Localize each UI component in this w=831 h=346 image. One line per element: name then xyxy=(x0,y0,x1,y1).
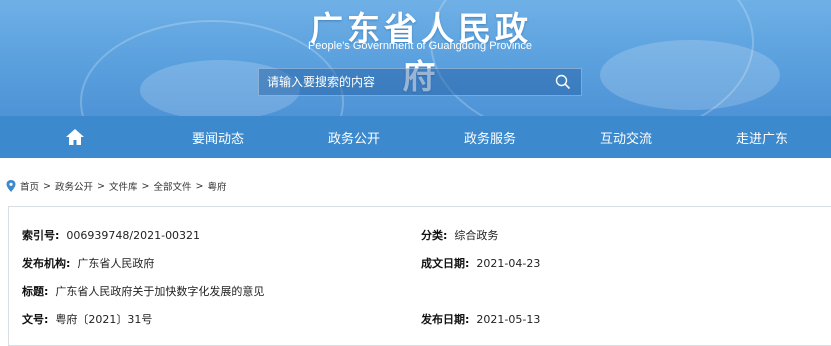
title-value: 广东省人民政府关于加快数字化发展的意见 xyxy=(55,285,265,298)
nav-item-interaction[interactable]: 互动交流 xyxy=(558,116,694,158)
info-doc-number: 文号: 粤府〔2021〕31号 xyxy=(22,311,152,327)
info-category: 分类: 综合政务 xyxy=(421,227,498,243)
nav-item-gov-affairs[interactable]: 政务公开 xyxy=(286,116,422,158)
info-title: 标题: 广东省人民政府关于加快数字化发展的意见 xyxy=(22,283,264,299)
info-created-date: 成文日期: 2021-04-23 xyxy=(421,255,540,271)
created-label: 成文日期: xyxy=(421,257,470,270)
publisher-label: 发布机构: xyxy=(22,257,71,270)
breadcrumb-separator: > xyxy=(141,180,150,192)
main-nav: 要闻动态 政务公开 政务服务 互动交流 走进广东 xyxy=(0,116,831,158)
search-box xyxy=(258,68,582,96)
title-label: 标题: xyxy=(22,285,49,298)
header-banner: 广东省人民政府 People's Government of Guangdong… xyxy=(0,0,831,116)
publisher-value: 广东省人民政府 xyxy=(77,257,155,270)
info-publisher: 发布机构: 广东省人民政府 xyxy=(22,255,154,271)
index-label: 索引号: xyxy=(22,229,60,242)
breadcrumb-gov-affairs[interactable]: 政务公开 xyxy=(55,179,93,193)
breadcrumb-home[interactable]: 首页 xyxy=(20,179,39,193)
nav-item-news[interactable]: 要闻动态 xyxy=(150,116,286,158)
docno-label: 文号: xyxy=(22,313,49,326)
info-published-date: 发布日期: 2021-05-13 xyxy=(421,311,540,327)
info-index: 索引号: 006939748/2021-00321 xyxy=(22,227,200,243)
location-pin-icon xyxy=(6,180,16,192)
breadcrumb-yuefu[interactable]: 粤府 xyxy=(207,179,226,193)
published-label: 发布日期: xyxy=(421,313,470,326)
category-value: 综合政务 xyxy=(454,229,499,242)
published-value: 2021-05-13 xyxy=(476,313,541,326)
breadcrumb-file-library[interactable]: 文件库 xyxy=(109,179,138,193)
docno-value: 粤府〔2021〕31号 xyxy=(55,313,153,326)
nav-home[interactable] xyxy=(0,116,150,158)
site-subtitle: People's Government of Guangdong Provinc… xyxy=(307,40,533,52)
breadcrumb-separator: > xyxy=(97,180,105,192)
index-value: 006939748/2021-00321 xyxy=(66,229,201,242)
breadcrumb-separator: > xyxy=(195,180,204,192)
document-info-panel: 索引号: 006939748/2021-00321 分类: 综合政务 发布机构:… xyxy=(8,206,831,346)
created-value: 2021-04-23 xyxy=(476,257,541,270)
nav-item-about[interactable]: 走进广东 xyxy=(694,116,830,158)
home-icon xyxy=(66,129,84,145)
category-label: 分类: xyxy=(421,229,448,242)
breadcrumb-separator: > xyxy=(43,180,51,192)
breadcrumb-all-files[interactable]: 全部文件 xyxy=(153,179,191,193)
nav-item-services[interactable]: 政务服务 xyxy=(422,116,558,158)
search-input[interactable] xyxy=(259,69,545,95)
search-icon[interactable] xyxy=(555,74,571,90)
